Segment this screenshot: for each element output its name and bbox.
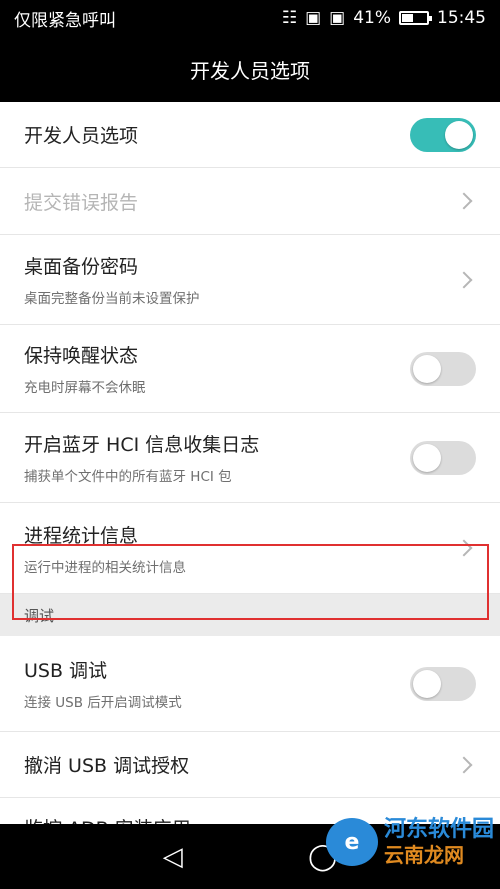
bluetooth-hci-row[interactable]: 开启蓝牙 HCI 信息收集日志 捕获单个文件中的所有蓝牙 HCI 包: [0, 413, 500, 503]
process-stats-row[interactable]: 进程统计信息 运行中进程的相关统计信息: [0, 503, 500, 594]
battery-percent: 41%: [353, 8, 391, 28]
row-title: USB 调试: [24, 660, 108, 682]
settings-list: 开发人员选项 提交错误报告 桌面备份密码 桌面完整备份当前未设置保护 保持唤醒状…: [0, 102, 500, 824]
watermark-logo-icon: e: [325, 818, 378, 866]
watermark: e 河东软件园 云南龙网: [325, 817, 494, 867]
page-title: 开发人员选项: [0, 36, 500, 102]
row-title: 保持唤醒状态: [24, 345, 139, 367]
usb-debugging-row[interactable]: USB 调试 连接 USB 后开启调试模式: [0, 636, 500, 732]
row-title: 进程统计信息: [24, 524, 139, 547]
chevron-right-icon: [455, 539, 473, 557]
wifi-icon: ☷: [281, 8, 298, 28]
battery-icon: [399, 11, 432, 25]
status-icons: ☷ ▣ ▣ 41% 15:45: [282, 8, 486, 28]
toggle-knob: [413, 354, 441, 383]
status-bar: 仅限紧急呼叫 ☷ ▣ ▣ 41% 15:45: [0, 0, 500, 36]
stay-awake-toggle[interactable]: [410, 351, 476, 386]
row-subtitle: 运行中进程的相关统计信息: [24, 559, 186, 576]
chevron-right-icon: [455, 271, 473, 288]
row-subtitle: 充电时屏幕不会休眠: [24, 380, 146, 396]
row-subtitle: 连接 USB 后开启调试模式: [24, 695, 182, 711]
row-title: 桌面备份密码: [24, 256, 139, 278]
clock: 15:45: [437, 8, 486, 28]
back-icon[interactable]: ◁: [163, 842, 183, 872]
carrier-label: 仅限紧急呼叫: [14, 10, 116, 31]
row-subtitle: 捕获单个文件中的所有蓝牙 HCI 包: [24, 469, 232, 485]
watermark-line2: 云南龙网: [383, 843, 464, 867]
row-title: 撤消 USB 调试授权: [24, 755, 190, 777]
toggle-knob: [413, 443, 441, 472]
bug-report-row[interactable]: 提交错误报告: [0, 168, 500, 235]
row-subtitle: 桌面完整备份当前未设置保护: [24, 291, 200, 307]
row-title: 开发人员选项: [24, 125, 139, 147]
chevron-right-icon: [455, 192, 473, 210]
chevron-right-icon: [455, 756, 473, 773]
debug-section-header: 调试: [0, 594, 500, 636]
bluetooth-hci-toggle[interactable]: [410, 440, 476, 475]
row-title: 提交错误报告: [24, 191, 139, 214]
watermark-line1: 河东软件园: [383, 817, 494, 842]
stay-awake-row[interactable]: 保持唤醒状态 充电时屏幕不会休眠: [0, 325, 500, 413]
toggle-knob: [445, 120, 473, 149]
sim1-icon: ▣: [305, 8, 322, 28]
backup-password-row[interactable]: 桌面备份密码 桌面完整备份当前未设置保护: [0, 235, 500, 325]
developer-options-toggle[interactable]: [410, 117, 476, 152]
sim2-icon: ▣: [329, 8, 346, 28]
revoke-usb-auth-row[interactable]: 撤消 USB 调试授权: [0, 732, 500, 798]
toggle-knob: [413, 669, 441, 698]
row-title: 开启蓝牙 HCI 信息收集日志: [24, 434, 260, 456]
usb-debugging-toggle[interactable]: [410, 666, 476, 701]
developer-options-row[interactable]: 开发人员选项: [0, 102, 500, 168]
